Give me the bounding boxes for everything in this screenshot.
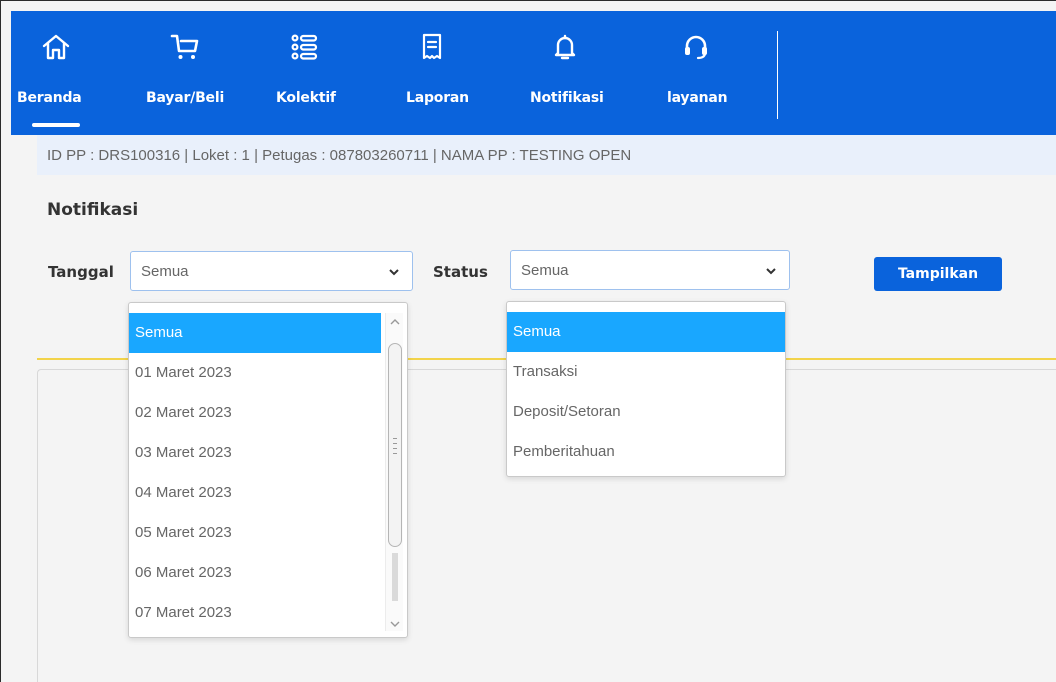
nav-item-layanan[interactable]: layanan [661, 11, 741, 135]
tanggal-dropdown: Semua 01 Maret 2023 02 Maret 2023 03 Mar… [128, 302, 408, 638]
scrollbar-thumb[interactable] [388, 343, 402, 547]
status-dropdown: Semua Transaksi Deposit/Setoran Pemberit… [506, 301, 786, 477]
top-nav: Beranda Bayar/Beli Kolektif Laporan Noti [11, 11, 1056, 135]
headset-icon [676, 27, 716, 67]
bell-icon [545, 27, 585, 67]
scroll-up-icon[interactable] [389, 317, 401, 327]
cart-icon [165, 27, 205, 67]
dropdown-option[interactable]: 07 Maret 2023 [129, 593, 381, 633]
nav-item-beranda[interactable]: Beranda [11, 11, 101, 135]
nav-item-kolektif[interactable]: Kolektif [266, 11, 346, 135]
nav-divider [777, 31, 778, 119]
tampilkan-button[interactable]: Tampilkan [874, 257, 1002, 291]
dropdown-option[interactable]: Semua [129, 313, 381, 353]
chevron-down-icon [766, 268, 776, 275]
home-icon [36, 27, 76, 67]
tanggal-select[interactable]: Semua [130, 251, 413, 291]
nav-item-notifikasi[interactable]: Notifikasi [521, 11, 611, 135]
nav-label-bayar-beli: Bayar/Beli [146, 90, 225, 106]
nav-label-laporan: Laporan [406, 90, 469, 106]
dropdown-option[interactable]: 06 Maret 2023 [129, 553, 381, 593]
status-select[interactable]: Semua [510, 250, 790, 290]
tanggal-select-value: Semua [141, 263, 189, 280]
list-icon [284, 27, 324, 67]
dropdown-option[interactable]: 02 Maret 2023 [129, 393, 381, 433]
status-label: Status [433, 263, 488, 281]
tanggal-label: Tanggal [48, 263, 114, 281]
info-text: ID PP : DRS100316 | Loket : 1 | Petugas … [47, 147, 632, 164]
dropdown-scrollbar[interactable] [385, 313, 403, 631]
receipt-icon [412, 27, 452, 67]
app-window: Beranda Bayar/Beli Kolektif Laporan Noti [0, 0, 1056, 682]
dropdown-option[interactable]: 03 Maret 2023 [129, 433, 381, 473]
scrollbar-track [392, 553, 398, 601]
nav-label-layanan: layanan [667, 90, 728, 106]
nav-item-laporan[interactable]: Laporan [396, 11, 476, 135]
dropdown-option[interactable]: Pemberitahuan [507, 432, 785, 472]
dropdown-option[interactable]: Semua [507, 312, 785, 352]
active-tab-indicator [32, 123, 80, 127]
info-bar: ID PP : DRS100316 | Loket : 1 | Petugas … [37, 135, 1056, 175]
chevron-down-icon [389, 269, 399, 276]
dropdown-option[interactable]: Deposit/Setoran [507, 392, 785, 432]
dropdown-option[interactable]: Transaksi [507, 352, 785, 392]
dropdown-option[interactable]: 05 Maret 2023 [129, 513, 381, 553]
nav-label-beranda: Beranda [17, 90, 82, 106]
nav-label-notifikasi: Notifikasi [530, 90, 604, 106]
dropdown-option[interactable]: 04 Maret 2023 [129, 473, 381, 513]
nav-label-kolektif: Kolektif [276, 90, 336, 106]
scrollbar-grip [393, 438, 397, 454]
scroll-down-icon[interactable] [389, 619, 401, 629]
dropdown-option[interactable]: 01 Maret 2023 [129, 353, 381, 393]
nav-item-bayar-beli[interactable]: Bayar/Beli [141, 11, 225, 135]
status-select-value: Semua [521, 262, 569, 279]
page-title: Notifikasi [47, 200, 139, 220]
